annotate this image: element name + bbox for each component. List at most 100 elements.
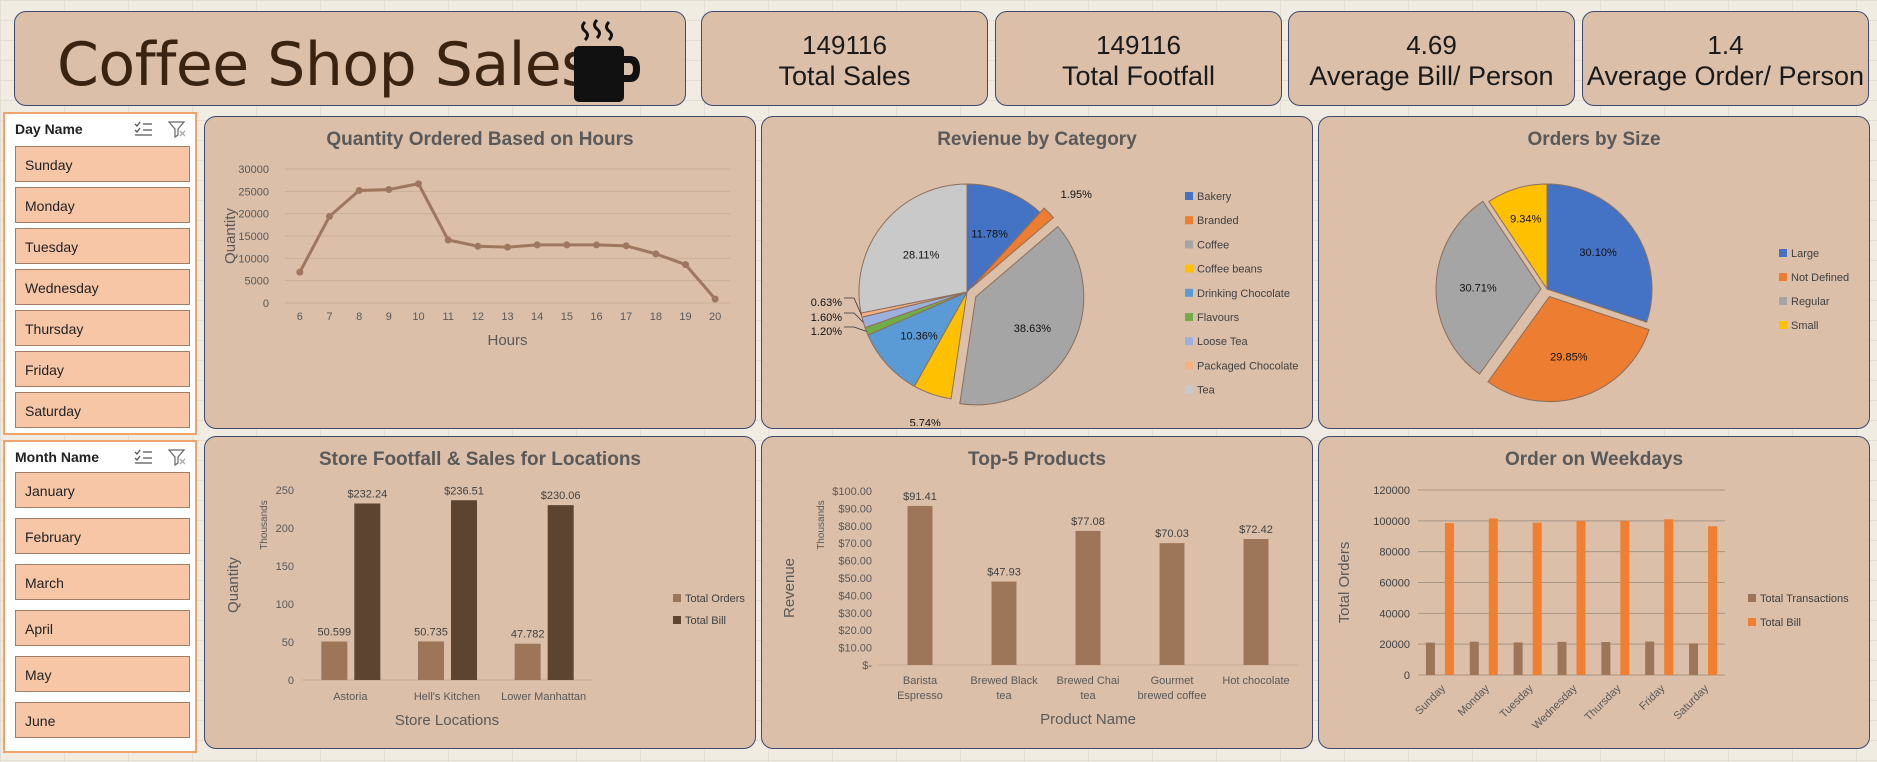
multi-select-icon[interactable] — [133, 120, 153, 138]
x-tick-label: Espresso — [897, 690, 943, 702]
kpi-value: 1.4 — [1707, 30, 1744, 60]
bar — [1708, 526, 1718, 675]
slicer-item-tuesday[interactable]: Tuesday — [15, 228, 190, 264]
slicer-item-january[interactable]: January — [15, 472, 190, 508]
legend-label: Flavours — [1197, 312, 1240, 324]
x-tick-label: 17 — [620, 311, 632, 323]
y-tick-label: 0 — [1404, 670, 1410, 682]
data-point — [444, 236, 452, 244]
data-point — [326, 212, 333, 220]
kpi-label: Average Order/ Person — [1586, 61, 1865, 91]
slicer-header: Day Name — [11, 118, 189, 140]
slicer-item-june[interactable]: June — [15, 702, 190, 738]
y-tick-label: 60000 — [1379, 578, 1410, 590]
y-axis-title: Revenue — [781, 558, 798, 618]
x-tick-label: 19 — [679, 311, 691, 323]
data-label: 30.71% — [1459, 283, 1497, 295]
data-label: 50.599 — [318, 627, 352, 639]
x-tick-label: 13 — [501, 311, 513, 323]
data-point — [355, 186, 363, 194]
data-label: $72.42 — [1239, 524, 1273, 536]
data-label: 10.36% — [900, 331, 938, 343]
slicer-item-april[interactable]: April — [15, 610, 190, 646]
bar — [907, 505, 933, 665]
data-label: $91.41 — [903, 491, 937, 503]
data-label: $232.24 — [347, 488, 387, 500]
data-point — [533, 241, 541, 249]
data-point — [682, 261, 689, 269]
y-tick-label: 50 — [282, 637, 294, 649]
bar — [1532, 522, 1542, 675]
size-pie-chart: 30.10% 29.85% 30.71% 9.34% Large Not Defined R… — [1435, 183, 1849, 403]
legend-swatch — [1185, 385, 1193, 394]
hours-line-chart: 0 5000 10000 15000 20000 25000 30000 6 7 8 9 10 11 12… — [222, 164, 730, 349]
legend-label: Total Bill — [685, 615, 726, 627]
legend-swatch — [1779, 297, 1787, 305]
legend-label: Small — [1791, 320, 1819, 332]
data-label: 29.85% — [1550, 352, 1588, 364]
x-tick-label: Gourmet — [1151, 675, 1194, 687]
y-tick-label: $80.00 — [838, 521, 872, 533]
slicer-item-may[interactable]: May — [15, 656, 190, 692]
slicer-item-sunday[interactable]: Sunday — [15, 146, 190, 182]
legend-swatch — [1185, 264, 1193, 273]
x-tick-label: tea — [1080, 690, 1096, 702]
data-point — [474, 242, 482, 250]
y-tick-label: 200 — [276, 523, 294, 535]
slicer-item-friday[interactable]: Friday — [15, 351, 190, 387]
data-point — [415, 180, 422, 188]
data-label: 1.95% — [1061, 189, 1092, 201]
kpi-total-sales: 149116 Total Sales — [701, 11, 988, 106]
slicer-item-monday[interactable]: Monday — [15, 187, 190, 223]
legend-label: Not Defined — [1791, 272, 1849, 284]
x-tick-label: Brewed Chai — [1057, 675, 1120, 687]
leader-line — [844, 326, 867, 332]
y-tick-label: 100000 — [1373, 516, 1410, 528]
data-label: 47.782 — [511, 629, 545, 641]
data-label: 30.10% — [1579, 247, 1617, 259]
legend-label: Large — [1791, 248, 1819, 260]
clear-filter-icon[interactable] — [167, 120, 187, 139]
clear-filter-icon[interactable] — [167, 448, 187, 467]
y-axis-title: Total Orders — [1336, 542, 1353, 624]
slicer-item-thursday[interactable]: Thursday — [15, 310, 190, 346]
x-tick-label: Wednesday — [1530, 682, 1580, 732]
x-axis-title: Hours — [487, 332, 527, 349]
slicer-item-february[interactable]: February — [15, 518, 190, 554]
y-tick-label: $70.00 — [838, 538, 872, 550]
data-label: 5.74% — [910, 418, 941, 426]
slicer-item-saturday[interactable]: Saturday — [15, 392, 190, 428]
month-slicer: Month Name January February March April … — [3, 440, 197, 753]
kpi-label: Total Sales — [778, 61, 911, 91]
data-label: 38.63% — [1014, 323, 1052, 335]
y-tick-label: $50.00 — [838, 573, 872, 585]
legend-label: Loose Tea — [1197, 336, 1248, 348]
kpi-total-footfall: 149116 Total Footfall — [995, 11, 1282, 106]
store-bar-chart-card: Store Footfall & Sales for Locations 0 50… — [204, 436, 756, 749]
weekday-bar-chart: 0 20000 40000 60000 80000 100000 120000 Sunday M… — [1336, 485, 1849, 732]
x-tick-label: 8 — [356, 311, 362, 323]
slicer-item-wednesday[interactable]: Wednesday — [15, 269, 190, 305]
y-tick-label: $20.00 — [838, 625, 872, 637]
x-tick-label: Thursday — [1583, 682, 1624, 723]
legend-swatch — [1748, 594, 1756, 602]
legend-label: Drinking Chocolate — [1197, 288, 1290, 300]
leader-line — [844, 312, 864, 323]
data-label: 0.63% — [811, 297, 842, 309]
legend-swatch — [673, 616, 681, 624]
legend-swatch — [1779, 321, 1787, 329]
multi-select-icon[interactable] — [133, 448, 153, 466]
y-tick-label: $- — [862, 660, 872, 672]
data-label: $70.03 — [1155, 528, 1189, 540]
bar — [1689, 643, 1699, 675]
legend-label: Coffee beans — [1197, 264, 1263, 276]
units-label: Thousands — [816, 500, 827, 549]
category-pie-chart: 11.78% 1.95% 38.63% 5.74% 10.36% 1.20% 1.60% 0.… — [811, 183, 1299, 426]
kpi-value: 149116 — [1096, 30, 1181, 60]
x-tick-label: Lower Manhattan — [501, 691, 586, 703]
data-point — [385, 186, 393, 194]
bar — [1664, 519, 1674, 675]
slicer-item-march[interactable]: March — [15, 564, 190, 600]
y-tick-label: 30000 — [238, 164, 269, 176]
x-tick-label: brewed coffee — [1138, 690, 1207, 702]
